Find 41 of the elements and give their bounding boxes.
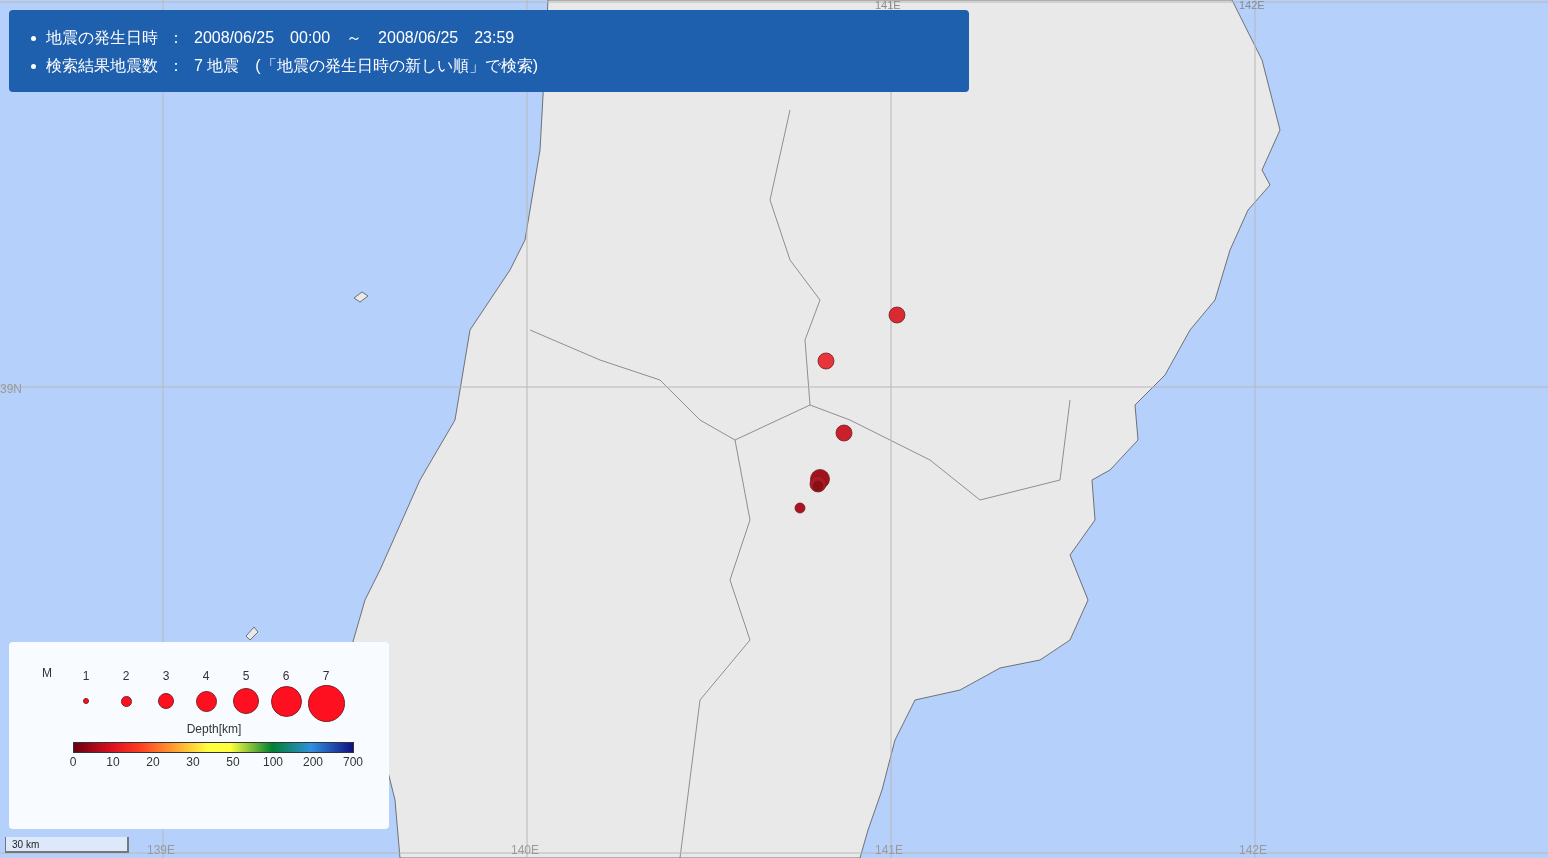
- longitude-label: 141E: [875, 0, 901, 10]
- longitude-label: 141E: [875, 843, 904, 857]
- depth-tick-label: 100: [262, 754, 284, 771]
- depth-tick-label: 10: [105, 754, 121, 771]
- bullet-icon: [31, 35, 36, 41]
- info-value: 2008/06/25 00:00 ～ 2008/06/25 23:59: [194, 28, 515, 48]
- magnitude-value: 6: [282, 668, 290, 685]
- separator: ：: [168, 56, 184, 76]
- scale-bar: 30 km: [5, 837, 129, 853]
- depth-tick-label: 200: [302, 754, 324, 771]
- depth-tick-label: 700: [342, 754, 364, 771]
- magnitude-value: 4: [202, 668, 210, 685]
- earthquake-marker[interactable]: [835, 424, 853, 442]
- earthquake-marker[interactable]: [812, 480, 824, 492]
- longitude-label: 140E: [511, 843, 540, 857]
- earthquake-marker[interactable]: [794, 502, 806, 514]
- depth-tick-label: 20: [145, 754, 161, 771]
- info-label: 地震の発生日時: [46, 28, 158, 48]
- info-label: 検索結果地震数: [46, 56, 158, 76]
- island-icon: [353, 291, 369, 303]
- island-icon: [245, 626, 259, 641]
- depth-title: Depth[km]: [186, 721, 242, 738]
- map[interactable]: 141E 142E 139E 140E 141E 142E 39N 地震の発生日時 ： 2008/06/25 00:00 ～ 2008/06/25 23:59 検索結果地震数 ： 7 地震 (「地震の発生日時の新しい順」で検索) M 1 2 3 4 5 6 7 Depth[km] 0 10 20 30 50 100 200 700 30 km: [0, 0, 1548, 858]
- magnitude-value: 1: [82, 668, 90, 685]
- longitude-label: 139E: [147, 843, 176, 857]
- longitude-label: 142E: [1239, 0, 1265, 10]
- earthquake-marker[interactable]: [817, 352, 835, 370]
- magnitude-value: 2: [122, 668, 130, 685]
- info-value: 7 地震 (「地震の発生日時の新しい順」で検索): [194, 56, 538, 76]
- depth-tick-label: 50: [225, 754, 241, 771]
- depth-tick-label: 30: [185, 754, 201, 771]
- earthquake-marker[interactable]: [888, 306, 906, 324]
- longitude-label: 142E: [1239, 843, 1268, 857]
- magnitude-value: 3: [162, 668, 170, 685]
- magnitude-value: 5: [242, 668, 250, 685]
- depth-tick-label: 0: [68, 754, 78, 771]
- separator: ：: [168, 28, 184, 48]
- magnitude-label: M: [42, 665, 53, 682]
- latitude-label: 39N: [0, 381, 22, 398]
- magnitude-value: 7: [322, 668, 330, 685]
- bullet-icon: [31, 63, 36, 69]
